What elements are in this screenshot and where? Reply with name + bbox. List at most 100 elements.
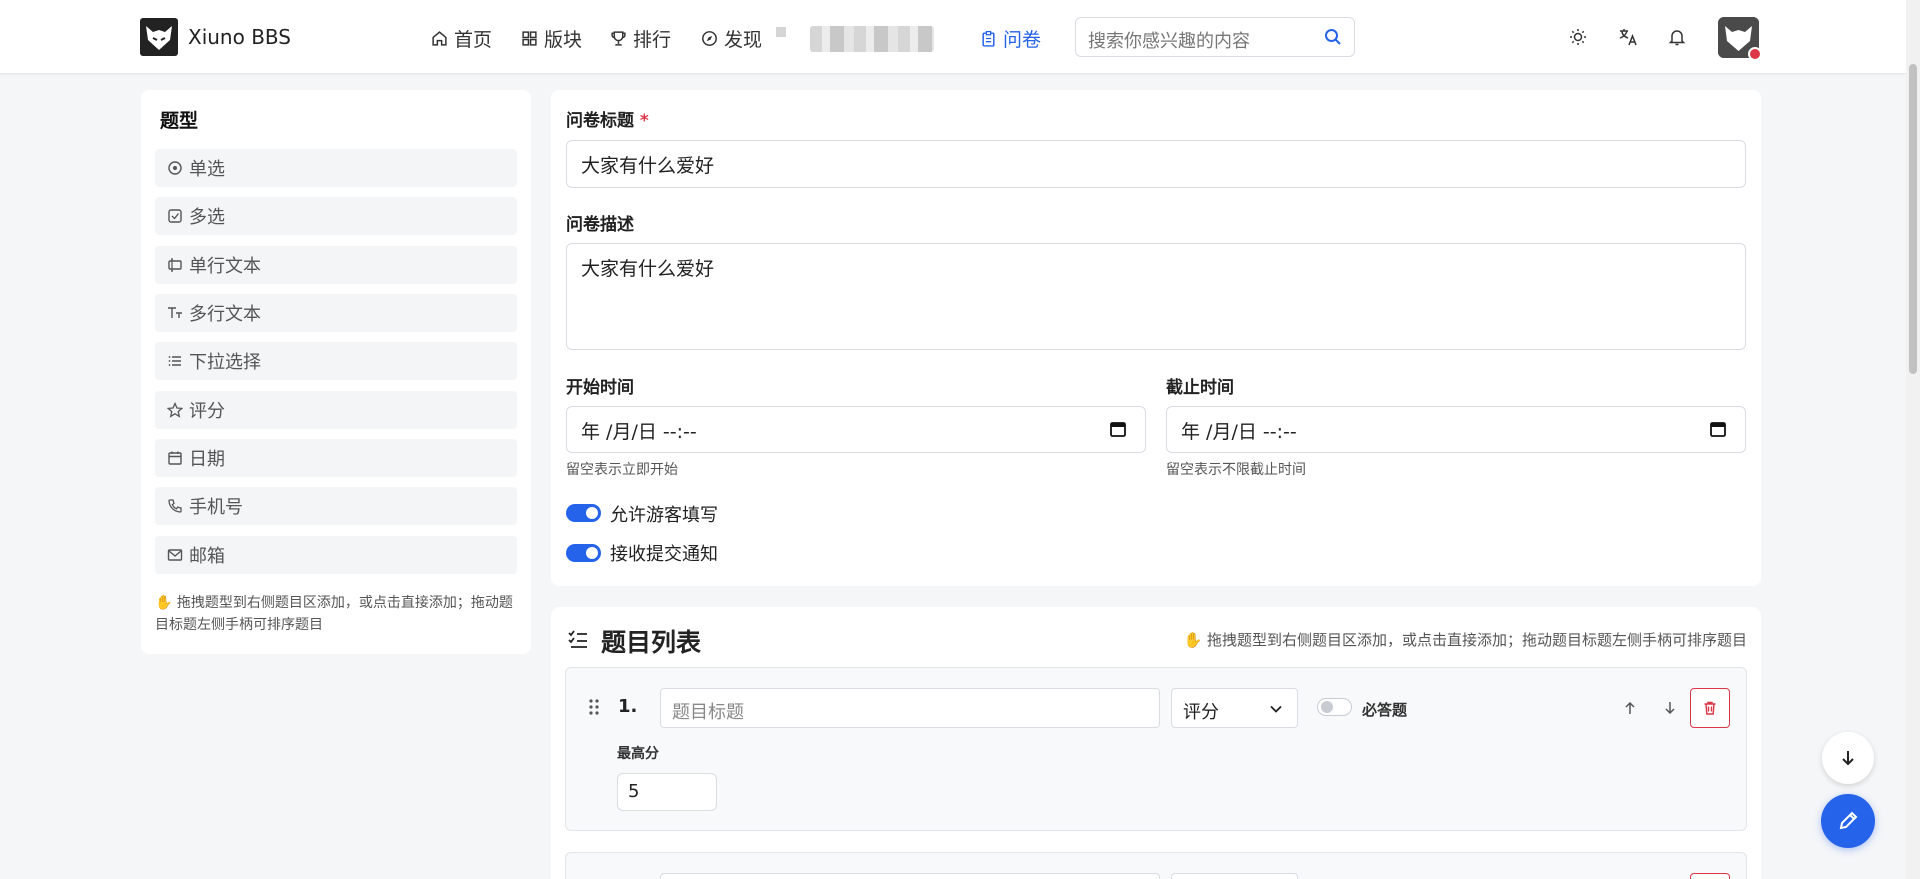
qtype-label: 手机号 (189, 497, 243, 518)
delete-question-button[interactable] (1690, 873, 1730, 879)
delete-question-button[interactable] (1690, 688, 1730, 728)
nav-survey-label: 问卷 (1003, 29, 1042, 51)
move-up-button[interactable] (1610, 688, 1650, 728)
qtype-label: 日期 (189, 449, 225, 470)
nav-home-label: 首页 (454, 29, 493, 51)
start-time-input[interactable]: 年 /月/日 --:-- (566, 406, 1146, 453)
grid-icon (522, 31, 537, 46)
bell-icon[interactable] (1667, 27, 1687, 47)
notification-dot (1748, 47, 1762, 61)
search-icon[interactable] (1323, 27, 1343, 47)
redacted-mark (776, 27, 786, 37)
qtype-multi-line-text[interactable]: 多行文本 (155, 294, 517, 332)
qtype-label: 下拉选择 (189, 352, 261, 373)
question-item (565, 852, 1747, 879)
required-toggle[interactable] (1317, 698, 1352, 716)
calendar-icon[interactable] (1109, 420, 1127, 438)
nav-ranking[interactable]: 排行 (610, 25, 671, 52)
description-label: 问卷描述 (566, 215, 634, 235)
calendar-icon[interactable] (1709, 420, 1727, 438)
phone-icon (168, 499, 182, 513)
home-icon (432, 31, 447, 46)
qtype-single-choice[interactable]: 单选 (155, 149, 517, 187)
translate-icon[interactable] (1618, 27, 1638, 47)
trash-icon (1704, 701, 1716, 715)
title-label: 问卷标题 * (566, 106, 649, 131)
compose-button[interactable] (1821, 794, 1875, 848)
max-score-label: 最高分 (617, 746, 659, 762)
compass-icon (702, 31, 717, 46)
page-scrollbar[interactable] (1906, 0, 1920, 879)
question-type-select[interactable]: 评分 (1171, 688, 1298, 728)
qtype-multi-choice[interactable]: 多选 (155, 197, 517, 235)
qtype-label: 多行文本 (189, 304, 261, 325)
radio-icon (168, 161, 182, 175)
move-down-button[interactable] (1650, 688, 1690, 728)
notify-toggle[interactable] (566, 544, 601, 562)
question-list-title: 题目列表 (601, 628, 702, 657)
nav-home[interactable]: 首页 (431, 25, 492, 52)
site-brand[interactable]: Xiuno BBS (188, 25, 291, 49)
question-type-value: 评分 (1183, 702, 1219, 723)
list-icon (168, 356, 181, 366)
question-list-hint-text: 拖拽题型到右侧题目区添加，或点击直接添加；拖动题目标题左侧手柄可排序题目 (1206, 631, 1747, 649)
allow-guest-toggle[interactable] (566, 504, 601, 522)
required-mark: * (639, 111, 649, 131)
nav-discover[interactable]: 发现 (701, 25, 762, 52)
required-label: 必答题 (1362, 701, 1408, 719)
end-time-value: 年 /月/日 --:-- (1181, 421, 1297, 443)
qtype-email[interactable]: 邮箱 (155, 536, 517, 574)
end-time-input[interactable]: 年 /月/日 --:-- (1166, 406, 1746, 453)
question-number: 1. (618, 696, 638, 717)
allow-guest-label: 允许游客填写 (610, 505, 718, 526)
text-size-icon (168, 307, 182, 318)
question-list-card: 题目列表 ✋ 拖拽题型到右侧题目区添加，或点击直接添加；拖动题目标题左侧手柄可排… (551, 607, 1761, 879)
redacted-nav-item[interactable] (810, 26, 934, 52)
end-time-label: 截止时间 (1166, 378, 1234, 398)
qtype-label: 单行文本 (189, 256, 261, 277)
survey-title-input[interactable]: 大家有什么爱好 (566, 140, 1746, 188)
checklist-icon (568, 630, 587, 648)
qtype-phone[interactable]: 手机号 (155, 487, 517, 525)
drag-hint-text: 拖拽题型到右侧题目区添加，或点击直接添加；拖动题目标题左侧手柄可排序题目 (155, 595, 513, 633)
question-list-hint: ✋ 拖拽题型到右侧题目区添加，或点击直接添加；拖动题目标题左侧手柄可排序题目 (1184, 629, 1747, 650)
site-logo[interactable] (140, 18, 178, 56)
qtype-date[interactable]: 日期 (155, 439, 517, 477)
star-icon (167, 402, 183, 418)
pencil-icon (1839, 811, 1858, 830)
scroll-down-button[interactable] (1822, 732, 1874, 784)
mail-icon (167, 549, 183, 561)
nav-survey[interactable]: 问卷 (980, 25, 1041, 52)
nav-forums-label: 版块 (544, 29, 583, 51)
nav-forums[interactable]: 版块 (521, 25, 582, 52)
end-time-hint: 留空表示不限截止时间 (1166, 462, 1306, 478)
search-placeholder: 搜索你感兴趣的内容 (1088, 31, 1250, 52)
drag-handle-icon[interactable] (588, 698, 600, 716)
trophy-icon (611, 31, 626, 46)
qtype-dropdown[interactable]: 下拉选择 (155, 342, 517, 380)
qtype-label: 评分 (189, 401, 225, 422)
question-title-input[interactable]: 题目标题 (660, 688, 1160, 728)
qtype-rating[interactable]: 评分 (155, 391, 517, 429)
theme-toggle-icon[interactable] (1568, 27, 1588, 47)
chevron-down-icon (1270, 705, 1282, 713)
hand-icon: ✋ (1183, 631, 1203, 649)
max-score-input[interactable]: 5 (617, 773, 717, 811)
search-input[interactable]: 搜索你感兴趣的内容 (1075, 17, 1355, 57)
calendar-icon (168, 451, 182, 465)
question-type-select[interactable] (1171, 873, 1298, 879)
survey-description-textarea[interactable]: 大家有什么爱好 (566, 243, 1746, 350)
title-label-text: 问卷标题 (566, 111, 634, 131)
drag-hint: ✋ 拖拽题型到右侧题目区添加，或点击直接添加；拖动题目标题左侧手柄可排序题目 (155, 592, 525, 636)
text-input-icon (168, 258, 182, 272)
hand-icon: ✋ (155, 595, 173, 611)
question-title-input[interactable] (660, 873, 1160, 879)
qtype-single-line-text[interactable]: 单行文本 (155, 246, 517, 284)
user-avatar[interactable] (1718, 17, 1762, 61)
arrow-down-icon (1665, 702, 1675, 715)
checkbox-icon (168, 209, 182, 223)
question-item: 1. 题目标题 评分 必答题 最高分 5 (565, 667, 1747, 831)
scrollbar-thumb[interactable] (1909, 64, 1917, 374)
notify-label: 接收提交通知 (610, 544, 718, 565)
arrow-down-icon (1842, 751, 1854, 766)
